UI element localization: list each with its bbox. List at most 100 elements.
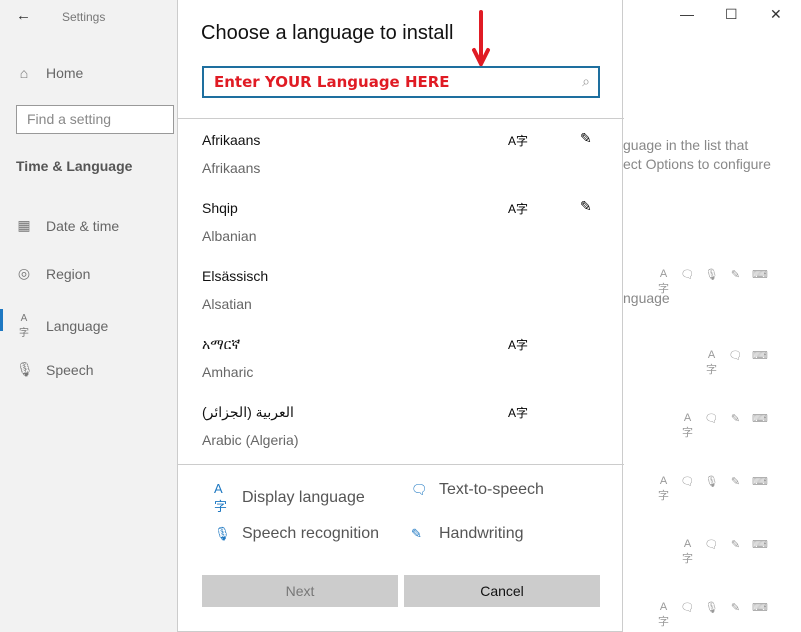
back-icon[interactable]: ← [16, 7, 31, 24]
nav-label: Date & time [46, 217, 120, 234]
text-to-speech-icon: 🗨 [704, 413, 719, 425]
handwriting-icon: ✎ [730, 269, 741, 281]
cancel-button[interactable]: Cancel [404, 575, 600, 607]
text-to-speech-icon: 🗨 [680, 476, 695, 488]
background-text: ect Options to configure [623, 156, 771, 172]
microphone-icon: 🎙︎ [16, 361, 34, 377]
nav-region[interactable]: ◎ Region [16, 265, 90, 282]
nav-speech[interactable]: 🎙︎ Speech [16, 361, 93, 378]
microphone-icon: 🎙︎ [704, 602, 719, 614]
nav-date-time[interactable]: ▦ Date & time [16, 217, 119, 234]
keyboard-icon: ⌨ [752, 350, 768, 362]
divider [178, 464, 624, 465]
display-language-icon: A字 [682, 412, 693, 439]
handwriting-icon: ✎ [730, 602, 741, 614]
keyboard-icon: ⌨ [752, 539, 768, 551]
native-name: العربية (الجزائر) [202, 404, 294, 420]
english-name: Arabic (Algeria) [202, 432, 299, 448]
language-search-input[interactable] [204, 68, 564, 96]
language-list-item[interactable]: Shqip Albanian A字 ✎ [178, 198, 622, 268]
keyboard-icon: ⌨ [752, 413, 768, 425]
selected-indicator [0, 309, 3, 331]
native-name: Afrikaans [202, 132, 261, 148]
legend-label: Handwriting [439, 525, 524, 542]
native-name: Elsässisch [202, 268, 269, 284]
red-arrow-annotation [472, 10, 490, 68]
display-language-icon: A字 [508, 406, 529, 420]
microphone-icon: 🎙︎ [704, 476, 719, 488]
handwriting-icon: ✎ [730, 539, 741, 551]
display-language-icon: A字 [508, 338, 529, 352]
search-icon[interactable]: ⌕ [582, 73, 590, 90]
display-language-icon: A字 [19, 313, 29, 339]
handwriting-icon: ✎ [580, 130, 592, 146]
english-name: Amharic [202, 364, 254, 380]
language-list-item[interactable]: Afrikaans Afrikaans A字 ✎ [178, 130, 622, 200]
section-heading: Time & Language [16, 158, 133, 174]
keyboard-icon: ⌨ [752, 602, 768, 614]
text-to-speech-icon: 🗨 [704, 539, 719, 551]
minimize-button[interactable]: — [680, 6, 694, 22]
english-name: Albanian [202, 228, 257, 244]
text-to-speech-icon: 🗨 [680, 602, 695, 614]
legend-speech-recognition: 🎙︎ Speech recognition [214, 525, 379, 543]
handwriting-icon: ✎ [411, 526, 422, 541]
display-language-icon: A字 [214, 481, 228, 514]
nav-label: Speech [46, 361, 94, 378]
legend-display-language: A字 Display language [214, 481, 365, 515]
handwriting-icon: ✎ [730, 413, 741, 425]
display-language-icon: A字 [658, 601, 669, 628]
calendar-clock-icon: ▦ [17, 217, 31, 233]
close-button[interactable]: ✕ [770, 6, 782, 23]
keyboard-icon: ⌨ [752, 269, 768, 281]
nav-label: Home [46, 65, 84, 81]
next-button[interactable]: Next [202, 575, 398, 607]
english-name: Alsatian [202, 296, 252, 312]
maximize-button[interactable]: ☐ [725, 6, 738, 23]
divider [178, 118, 624, 119]
display-language-icon: A字 [508, 134, 529, 148]
legend-handwriting: ✎ Handwriting [411, 525, 523, 543]
legend-label: Text-to-speech [439, 481, 544, 498]
window-title: Settings [62, 10, 106, 24]
text-to-speech-icon: 🗨 [680, 269, 695, 281]
legend-label: Speech recognition [242, 525, 379, 542]
microphone-icon: 🎙︎ [214, 526, 231, 541]
display-language-icon: A字 [658, 268, 669, 295]
nav-home[interactable]: ⌂ Home [16, 65, 84, 81]
text-to-speech-icon: 🗨 [411, 482, 428, 497]
display-language-icon: A字 [508, 202, 529, 216]
english-name: Afrikaans [202, 160, 261, 176]
language-features: A字 🗨 ✎ ⌨ [680, 412, 768, 440]
language-list-item[interactable]: አማርኛ Amharic A字 [178, 336, 622, 404]
nav-label: Language [46, 318, 109, 334]
language-features: A字 🗨 ⌨ [704, 349, 768, 377]
text-to-speech-icon: 🗨 [728, 350, 743, 362]
language-list-item[interactable]: Elsässisch Alsatian [178, 268, 622, 336]
keyboard-icon: ⌨ [752, 476, 768, 488]
microphone-icon: 🎙︎ [704, 269, 719, 281]
settings-sidebar: ← Settings ⌂ Home Find a setting Time & L… [0, 0, 177, 632]
native-name: Shqip [202, 200, 238, 216]
handwriting-icon: ✎ [730, 476, 741, 488]
display-language-icon: A字 [682, 538, 693, 565]
dialog-title: Choose a language to install [201, 22, 454, 44]
find-setting-input[interactable]: Find a setting [16, 105, 174, 134]
legend-text-to-speech: 🗨 Text-to-speech [411, 481, 544, 499]
nav-language[interactable]: A字 Language [16, 313, 108, 339]
home-icon: ⌂ [19, 65, 29, 81]
language-features: A字 🗨 🎙︎ ✎ ⌨ [656, 268, 768, 296]
language-list-item[interactable]: العربية (الجزائر) Arabic (Algeria) A字 [178, 404, 622, 472]
display-language-icon: A字 [658, 475, 669, 502]
language-search-box[interactable]: ⌕ [202, 66, 600, 98]
display-language-icon: A字 [706, 349, 717, 376]
background-text: guage in the list that [623, 137, 749, 153]
language-features: A字 🗨 🎙︎ ✎ ⌨ [656, 475, 768, 503]
nav-label: Region [46, 265, 91, 282]
language-features: A字 🗨 🎙︎ ✎ ⌨ [656, 601, 768, 629]
handwriting-icon: ✎ [580, 198, 592, 214]
choose-language-dialog: Choose a language to install ⌕ Afrikaans… [177, 0, 624, 632]
language-features: A字 🗨 ✎ ⌨ [680, 538, 768, 566]
legend-label: Display language [242, 489, 365, 506]
native-name: አማርኛ [202, 336, 241, 352]
